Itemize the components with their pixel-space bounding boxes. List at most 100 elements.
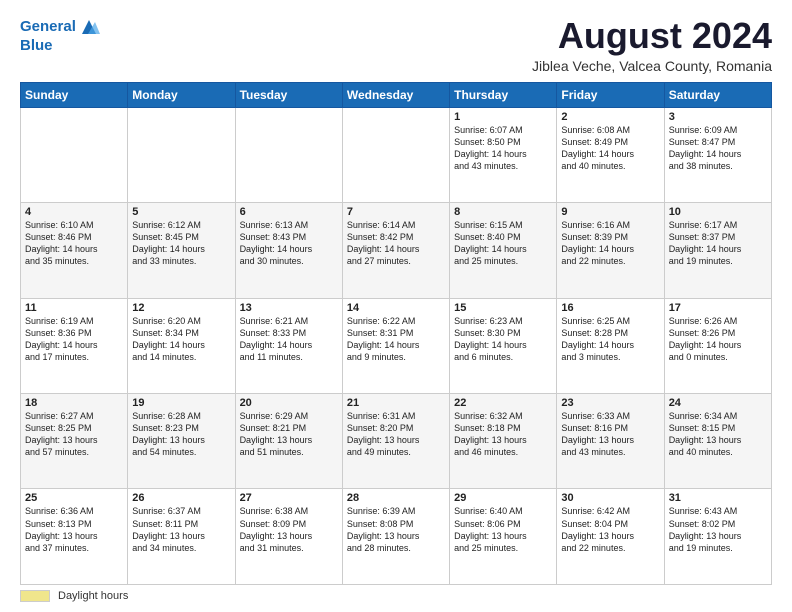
day-info: Sunrise: 6:38 AM Sunset: 8:09 PM Dayligh… (240, 505, 338, 554)
calendar-cell: 28Sunrise: 6:39 AM Sunset: 8:08 PM Dayli… (342, 489, 449, 585)
day-number: 23 (561, 397, 659, 409)
day-info: Sunrise: 6:08 AM Sunset: 8:49 PM Dayligh… (561, 124, 659, 173)
calendar-cell: 12Sunrise: 6:20 AM Sunset: 8:34 PM Dayli… (128, 298, 235, 393)
day-info: Sunrise: 6:21 AM Sunset: 8:33 PM Dayligh… (240, 315, 338, 364)
calendar-cell: 18Sunrise: 6:27 AM Sunset: 8:25 PM Dayli… (21, 394, 128, 489)
day-number: 17 (669, 302, 767, 314)
day-number: 3 (669, 111, 767, 123)
day-info: Sunrise: 6:20 AM Sunset: 8:34 PM Dayligh… (132, 315, 230, 364)
calendar-header-friday: Friday (557, 82, 664, 107)
calendar-cell: 20Sunrise: 6:29 AM Sunset: 8:21 PM Dayli… (235, 394, 342, 489)
day-info: Sunrise: 6:10 AM Sunset: 8:46 PM Dayligh… (25, 219, 123, 268)
day-number: 12 (132, 302, 230, 314)
day-number: 31 (669, 492, 767, 504)
calendar-week-row: 4Sunrise: 6:10 AM Sunset: 8:46 PM Daylig… (21, 203, 772, 298)
calendar-week-row: 1Sunrise: 6:07 AM Sunset: 8:50 PM Daylig… (21, 107, 772, 202)
day-info: Sunrise: 6:39 AM Sunset: 8:08 PM Dayligh… (347, 505, 445, 554)
calendar-cell: 21Sunrise: 6:31 AM Sunset: 8:20 PM Dayli… (342, 394, 449, 489)
calendar-cell: 11Sunrise: 6:19 AM Sunset: 8:36 PM Dayli… (21, 298, 128, 393)
logo-icon (78, 16, 100, 38)
day-number: 28 (347, 492, 445, 504)
calendar-week-row: 11Sunrise: 6:19 AM Sunset: 8:36 PM Dayli… (21, 298, 772, 393)
calendar-header-sunday: Sunday (21, 82, 128, 107)
day-info: Sunrise: 6:34 AM Sunset: 8:15 PM Dayligh… (669, 410, 767, 459)
day-number: 18 (25, 397, 123, 409)
calendar-cell: 5Sunrise: 6:12 AM Sunset: 8:45 PM Daylig… (128, 203, 235, 298)
subtitle: Jiblea Veche, Valcea County, Romania (532, 58, 772, 74)
day-number: 30 (561, 492, 659, 504)
day-info: Sunrise: 6:17 AM Sunset: 8:37 PM Dayligh… (669, 219, 767, 268)
day-info: Sunrise: 6:43 AM Sunset: 8:02 PM Dayligh… (669, 505, 767, 554)
calendar-cell: 29Sunrise: 6:40 AM Sunset: 8:06 PM Dayli… (450, 489, 557, 585)
calendar-cell: 3Sunrise: 6:09 AM Sunset: 8:47 PM Daylig… (664, 107, 771, 202)
calendar-cell: 2Sunrise: 6:08 AM Sunset: 8:49 PM Daylig… (557, 107, 664, 202)
calendar-cell: 15Sunrise: 6:23 AM Sunset: 8:30 PM Dayli… (450, 298, 557, 393)
calendar-cell: 25Sunrise: 6:36 AM Sunset: 8:13 PM Dayli… (21, 489, 128, 585)
calendar-week-row: 18Sunrise: 6:27 AM Sunset: 8:25 PM Dayli… (21, 394, 772, 489)
day-info: Sunrise: 6:19 AM Sunset: 8:36 PM Dayligh… (25, 315, 123, 364)
day-number: 13 (240, 302, 338, 314)
calendar-cell: 10Sunrise: 6:17 AM Sunset: 8:37 PM Dayli… (664, 203, 771, 298)
day-number: 9 (561, 206, 659, 218)
day-number: 6 (240, 206, 338, 218)
calendar-cell: 31Sunrise: 6:43 AM Sunset: 8:02 PM Dayli… (664, 489, 771, 585)
calendar-cell: 30Sunrise: 6:42 AM Sunset: 8:04 PM Dayli… (557, 489, 664, 585)
day-number: 25 (25, 492, 123, 504)
calendar-cell: 26Sunrise: 6:37 AM Sunset: 8:11 PM Dayli… (128, 489, 235, 585)
day-info: Sunrise: 6:40 AM Sunset: 8:06 PM Dayligh… (454, 505, 552, 554)
calendar-cell: 8Sunrise: 6:15 AM Sunset: 8:40 PM Daylig… (450, 203, 557, 298)
calendar-cell: 1Sunrise: 6:07 AM Sunset: 8:50 PM Daylig… (450, 107, 557, 202)
day-info: Sunrise: 6:36 AM Sunset: 8:13 PM Dayligh… (25, 505, 123, 554)
day-number: 5 (132, 206, 230, 218)
calendar-cell (21, 107, 128, 202)
day-number: 1 (454, 111, 552, 123)
day-number: 20 (240, 397, 338, 409)
main-title: August 2024 (532, 16, 772, 56)
day-number: 11 (25, 302, 123, 314)
calendar-cell: 16Sunrise: 6:25 AM Sunset: 8:28 PM Dayli… (557, 298, 664, 393)
day-info: Sunrise: 6:13 AM Sunset: 8:43 PM Dayligh… (240, 219, 338, 268)
calendar-cell: 7Sunrise: 6:14 AM Sunset: 8:42 PM Daylig… (342, 203, 449, 298)
day-info: Sunrise: 6:26 AM Sunset: 8:26 PM Dayligh… (669, 315, 767, 364)
day-info: Sunrise: 6:22 AM Sunset: 8:31 PM Dayligh… (347, 315, 445, 364)
logo-text-blue: Blue (20, 38, 100, 55)
day-number: 26 (132, 492, 230, 504)
calendar-header-monday: Monday (128, 82, 235, 107)
day-info: Sunrise: 6:33 AM Sunset: 8:16 PM Dayligh… (561, 410, 659, 459)
logo-text: General (20, 19, 76, 36)
day-info: Sunrise: 6:09 AM Sunset: 8:47 PM Dayligh… (669, 124, 767, 173)
calendar-cell: 6Sunrise: 6:13 AM Sunset: 8:43 PM Daylig… (235, 203, 342, 298)
calendar-header-wednesday: Wednesday (342, 82, 449, 107)
day-info: Sunrise: 6:32 AM Sunset: 8:18 PM Dayligh… (454, 410, 552, 459)
day-info: Sunrise: 6:42 AM Sunset: 8:04 PM Dayligh… (561, 505, 659, 554)
day-info: Sunrise: 6:15 AM Sunset: 8:40 PM Dayligh… (454, 219, 552, 268)
calendar-cell: 22Sunrise: 6:32 AM Sunset: 8:18 PM Dayli… (450, 394, 557, 489)
calendar-week-row: 25Sunrise: 6:36 AM Sunset: 8:13 PM Dayli… (21, 489, 772, 585)
day-info: Sunrise: 6:37 AM Sunset: 8:11 PM Dayligh… (132, 505, 230, 554)
day-number: 22 (454, 397, 552, 409)
calendar-header-row: SundayMondayTuesdayWednesdayThursdayFrid… (21, 82, 772, 107)
calendar-header-thursday: Thursday (450, 82, 557, 107)
day-number: 27 (240, 492, 338, 504)
calendar-cell: 14Sunrise: 6:22 AM Sunset: 8:31 PM Dayli… (342, 298, 449, 393)
day-info: Sunrise: 6:31 AM Sunset: 8:20 PM Dayligh… (347, 410, 445, 459)
calendar-cell: 17Sunrise: 6:26 AM Sunset: 8:26 PM Dayli… (664, 298, 771, 393)
day-number: 14 (347, 302, 445, 314)
day-number: 2 (561, 111, 659, 123)
day-number: 24 (669, 397, 767, 409)
calendar-header-saturday: Saturday (664, 82, 771, 107)
day-number: 29 (454, 492, 552, 504)
calendar-cell (342, 107, 449, 202)
day-number: 4 (25, 206, 123, 218)
day-info: Sunrise: 6:29 AM Sunset: 8:21 PM Dayligh… (240, 410, 338, 459)
day-info: Sunrise: 6:16 AM Sunset: 8:39 PM Dayligh… (561, 219, 659, 268)
day-info: Sunrise: 6:12 AM Sunset: 8:45 PM Dayligh… (132, 219, 230, 268)
calendar-header-tuesday: Tuesday (235, 82, 342, 107)
logo: General Blue (20, 16, 100, 55)
page: General Blue August 2024 Jiblea Veche, V… (0, 0, 792, 612)
calendar-cell: 4Sunrise: 6:10 AM Sunset: 8:46 PM Daylig… (21, 203, 128, 298)
footer: Daylight hours (20, 590, 772, 602)
calendar-cell (235, 107, 342, 202)
daylight-swatch (20, 590, 50, 602)
calendar-cell: 13Sunrise: 6:21 AM Sunset: 8:33 PM Dayli… (235, 298, 342, 393)
